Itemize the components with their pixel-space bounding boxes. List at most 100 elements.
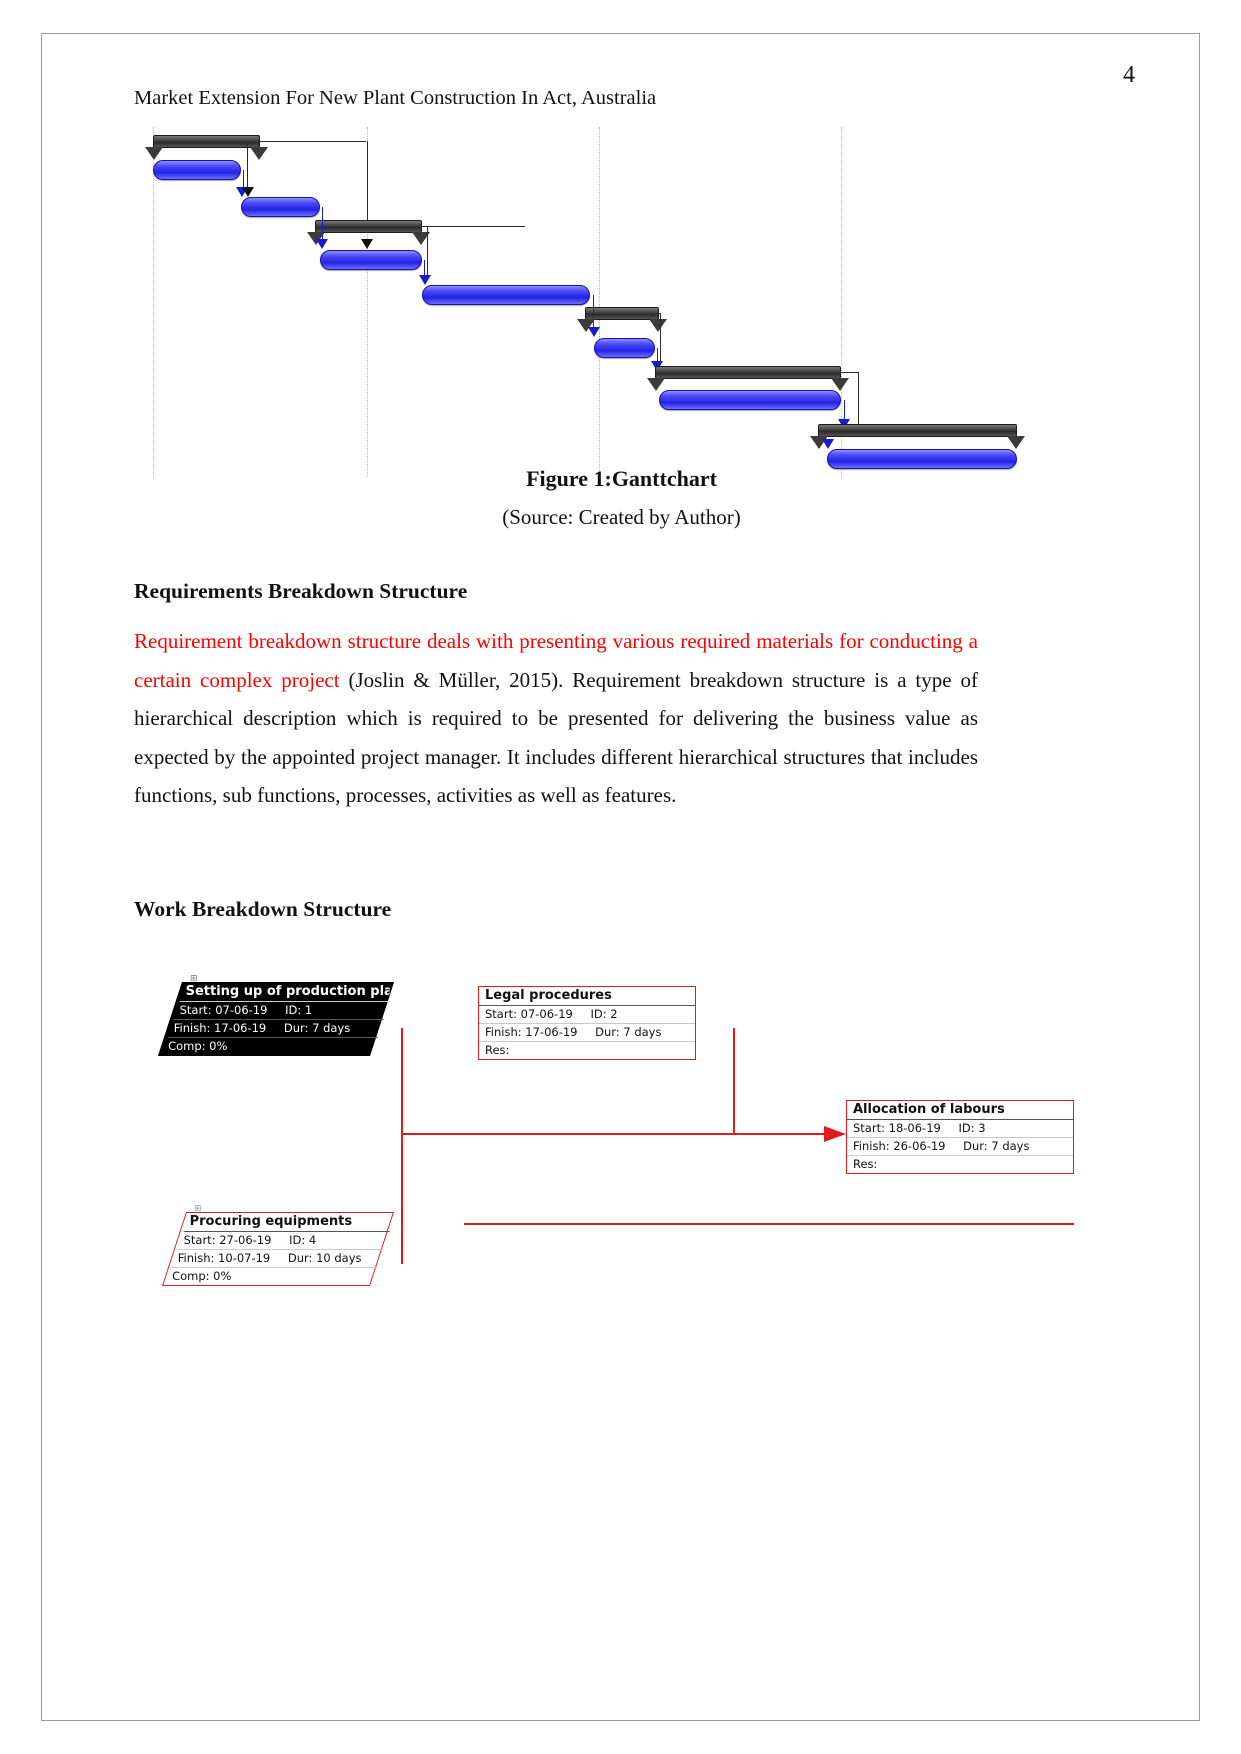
heading-requirements-breakdown-structure: Requirements Breakdown Structure — [134, 579, 468, 603]
gantt-link — [259, 141, 367, 142]
wbs-node-dur-value: 7 days — [623, 1025, 662, 1039]
wbs-node-start-row: Start: 27-06-19 ID: 4 — [177, 1232, 384, 1250]
wbs-node-last-value: 0% — [213, 1269, 232, 1283]
gantt-link — [422, 226, 525, 227]
summary-cap-left-icon — [144, 147, 163, 160]
gantt-task-bar — [422, 285, 590, 305]
summary-cap-right-icon — [649, 319, 668, 332]
wbs-node-last-label: Comp: — [168, 1039, 206, 1053]
wbs-node-start-label: Start: — [485, 1007, 517, 1021]
wbs-node-id-label: ID: — [285, 1003, 302, 1017]
wbs-node-setting-up-of-production-plant[interactable]: ⊞ Setting up of production plant Start: … — [157, 974, 395, 1056]
gantt-link — [660, 313, 662, 365]
gridline — [152, 127, 154, 477]
summary-cap-right-icon — [249, 147, 268, 160]
wbs-node-finish-row: Finish: 26-06-19 Dur: 7 days — [847, 1138, 1073, 1156]
gantt-link-arrow-icon — [587, 327, 600, 337]
gantt-link — [426, 226, 428, 278]
wbs-node-last-row: Comp: 0% — [166, 1268, 372, 1285]
wbs-node-finish-value: 17-06-19 — [214, 1021, 267, 1035]
gantt-summary-bar — [307, 220, 431, 245]
gantt-chart — [134, 127, 1064, 477]
wbs-node-title: Setting up of production plant — [179, 983, 390, 1002]
gantt-summary-bar — [144, 135, 268, 160]
wbs-node-start-value: 18-06-19 — [888, 1121, 941, 1135]
wbs-node-last-label: Res: — [485, 1043, 510, 1057]
gantt-summary-bar — [646, 366, 849, 391]
gantt-summary-bar — [577, 307, 668, 332]
document-page: 4 Market Extension For New Plant Constru… — [41, 33, 1200, 1721]
wbs-node-finish-value: 10-07-19 — [218, 1251, 271, 1265]
wbs-node-finish-row: Finish: 17-06-19 Dur: 7 days — [479, 1024, 695, 1042]
wbs-node-id-label: ID: — [958, 1121, 975, 1135]
wbs-node-id-value: 1 — [304, 1003, 313, 1017]
wbs-node-title: Allocation of labours — [847, 1101, 1073, 1120]
gantt-task-bar — [240, 197, 320, 217]
gantt-task-bar — [152, 160, 241, 180]
wbs-node-dur-label: Dur: — [963, 1139, 988, 1153]
wbs-node-id-label: ID: — [590, 1007, 607, 1021]
wbs-node-dur-value: 10 days — [316, 1251, 362, 1265]
wbs-node-start-label: Start: — [853, 1121, 885, 1135]
wbs-node-finish-row: Finish: 17-06-19 Dur: 7 days — [167, 1020, 378, 1038]
wbs-node-id-value: 4 — [308, 1233, 317, 1247]
wbs-node-legal-procedures[interactable]: Legal procedures Start: 07-06-19 ID: 2 F… — [478, 986, 696, 1060]
wbs-node-last-row: Comp: 0% — [162, 1038, 372, 1055]
wbs-diagram: ⊞ Setting up of production plant Start: … — [134, 934, 1109, 1286]
gantt-link-arrow-icon — [241, 187, 254, 197]
summary-cap-right-icon — [1007, 436, 1026, 449]
page-number: 4 — [1123, 62, 1135, 88]
wbs-node-last-row: Res: — [479, 1042, 695, 1059]
wbs-node-finish-value: 26-06-19 — [893, 1139, 946, 1153]
wbs-node-finish-label: Finish: — [853, 1139, 890, 1153]
summary-cap-right-icon — [830, 378, 849, 391]
gantt-task-bar — [659, 390, 841, 410]
wbs-node-dur-label: Dur: — [287, 1251, 313, 1265]
gantt-link-arrow-icon — [418, 275, 431, 285]
wbs-node-start-value: 27-06-19 — [219, 1233, 272, 1247]
wbs-node-dur-label: Dur: — [595, 1025, 620, 1039]
wbs-node-dur-value: 7 days — [991, 1139, 1030, 1153]
wbs-node-id-label: ID: — [289, 1233, 306, 1247]
figure-source: (Source: Created by Author) — [502, 505, 741, 529]
wbs-node-start-row: Start: 07-06-19 ID: 2 — [479, 1006, 695, 1024]
wbs-node-title: Legal procedures — [479, 987, 695, 1006]
gantt-summary-bar — [809, 424, 1026, 449]
wbs-node-start-label: Start: — [179, 1003, 212, 1017]
wbs-node-id-value: 3 — [978, 1121, 986, 1135]
wbs-node-title: Procuring equipments — [183, 1213, 390, 1232]
wbs-node-start-row: Start: 18-06-19 ID: 3 — [847, 1120, 1073, 1138]
gantt-link-arrow-icon — [360, 239, 373, 249]
wbs-node-dur-label: Dur: — [283, 1021, 309, 1035]
wbs-node-start-label: Start: — [183, 1233, 216, 1247]
wbs-node-last-label: Comp: — [172, 1269, 210, 1283]
wbs-node-finish-row: Finish: 10-07-19 Dur: 10 days — [171, 1250, 378, 1268]
gantt-link — [857, 372, 859, 424]
gantt-link — [247, 141, 249, 193]
wbs-node-start-value: 07-06-19 — [520, 1007, 573, 1021]
running-head: Market Extension For New Plant Construct… — [134, 87, 657, 109]
gridline — [599, 127, 600, 477]
gantt-task-bar — [594, 338, 655, 358]
wbs-node-last-label: Res: — [853, 1157, 878, 1171]
summary-cap-left-icon — [646, 378, 665, 391]
wbs-arrow-icon — [824, 1126, 846, 1142]
paragraph-requirements-breakdown: Requirement breakdown structure deals wi… — [134, 622, 978, 815]
wbs-node-allocation-of-labours[interactable]: Allocation of labours Start: 18-06-19 ID… — [846, 1100, 1074, 1174]
figure-caption: Figure 1:Ganttchart — [526, 466, 717, 491]
wbs-node-dur-value: 7 days — [312, 1021, 351, 1035]
wbs-node-start-row: Start: 07-06-19 ID: 1 — [173, 1002, 384, 1020]
gantt-task-bar — [320, 250, 423, 270]
wbs-node-id-value: 2 — [610, 1007, 618, 1021]
wbs-node-finish-label: Finish: — [177, 1251, 215, 1265]
wbs-node-finish-label: Finish: — [173, 1021, 211, 1035]
gantt-link-arrow-icon — [316, 239, 329, 249]
wbs-node-last-value: 0% — [209, 1039, 228, 1053]
wbs-node-procuring-equipments[interactable]: ⊞ Procuring equipments Start: 27-06-19 I… — [161, 1204, 395, 1286]
wbs-node-last-row: Res: — [847, 1156, 1073, 1173]
heading-work-breakdown-structure: Work Breakdown Structure — [134, 897, 392, 921]
wbs-node-finish-value: 17-06-19 — [525, 1025, 578, 1039]
wbs-node-start-value: 07-06-19 — [215, 1003, 268, 1017]
gantt-link — [366, 141, 368, 223]
wbs-node-finish-label: Finish: — [485, 1025, 522, 1039]
